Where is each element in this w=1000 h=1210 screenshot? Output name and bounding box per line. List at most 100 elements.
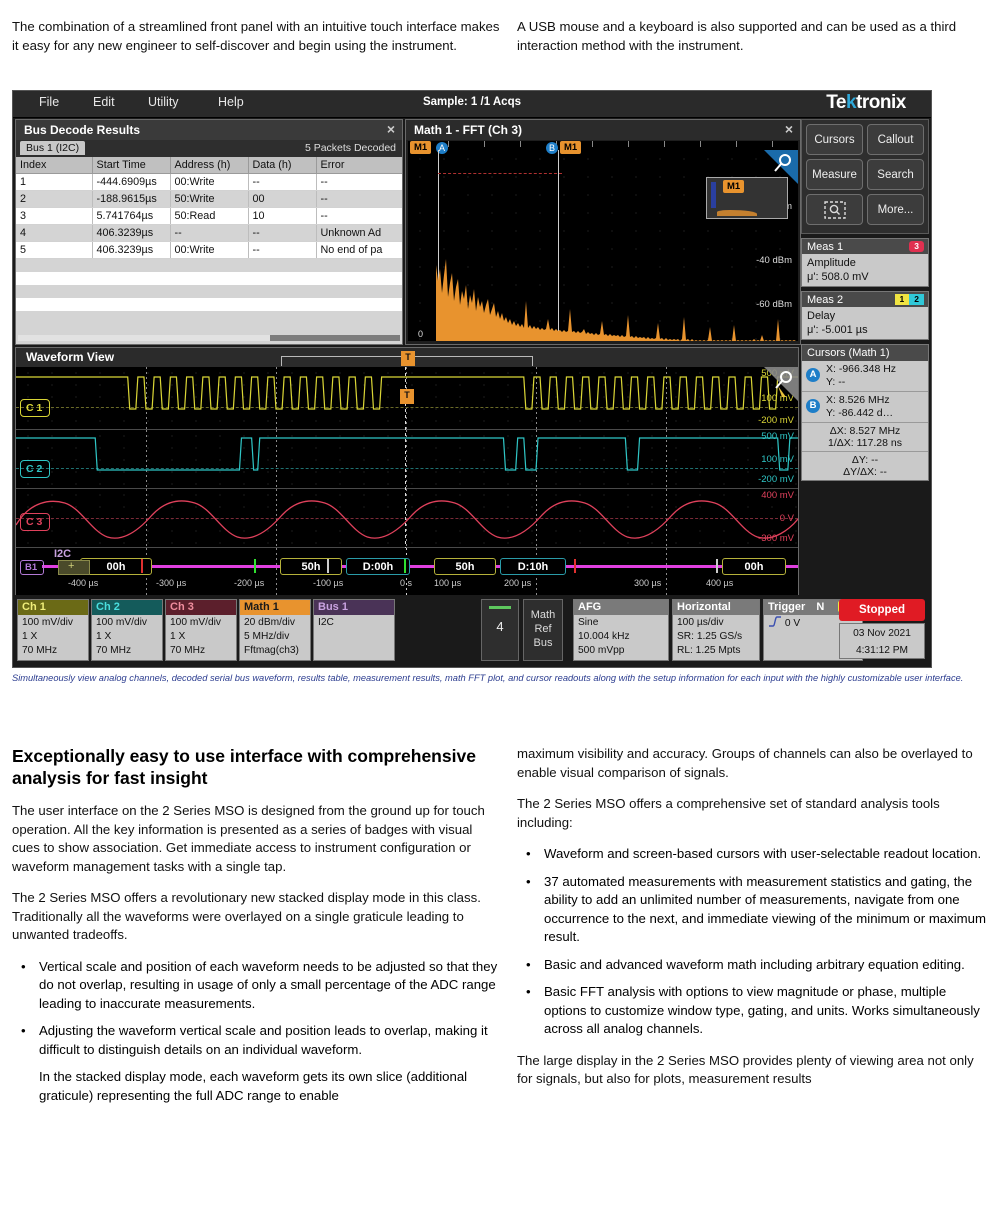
bus-packet-6[interactable]: 00h xyxy=(722,558,786,575)
measurement-badge-2[interactable]: Meas 2 1 2 Delay μ': -5.001 µs xyxy=(801,291,929,340)
ch1-probe: 1 X xyxy=(22,631,38,642)
right-paragraph-3: The large display in the 2 Series MSO pr… xyxy=(517,1052,974,1087)
slice-ch2[interactable]: C 2 500 mV 100 mV -200 mV xyxy=(16,430,798,489)
bus-packet-3[interactable]: D:00h xyxy=(346,558,410,575)
cursors-button[interactable]: Cursors xyxy=(806,124,863,155)
bus-packet-2[interactable]: 50h xyxy=(280,558,342,575)
bullet-icon: • xyxy=(526,846,531,861)
callout-button[interactable]: Callout xyxy=(867,124,924,155)
cell-index: 1 xyxy=(16,173,93,191)
cursor-b-badge[interactable]: B xyxy=(546,142,558,154)
ch2-label-bottom: -200 mV xyxy=(758,474,794,485)
waveform-zoom-icon[interactable] xyxy=(764,367,798,401)
afg-title: AFG xyxy=(574,600,668,615)
fft-tick-row xyxy=(408,141,798,150)
trigger-level-marker[interactable]: T xyxy=(400,389,414,404)
add-math-ref-bus-button[interactable]: Math Ref Bus xyxy=(523,599,563,661)
fft-badge-m1-mid[interactable]: M1 xyxy=(560,141,582,154)
add-ref-label: Ref xyxy=(534,623,552,635)
fft-plot-area[interactable]: M1 A B M1 -20 dBm -40 dBm -60 dBm 0 M1 xyxy=(408,141,798,341)
time-label-4: -100 µs xyxy=(313,578,344,588)
cursor-a-y: Y: -- xyxy=(826,376,846,388)
measurement-badge-1[interactable]: Meas 1 3 Amplitude μ': 508.0 mV xyxy=(801,238,929,287)
badge-bus1[interactable]: Bus 1 I2C xyxy=(313,599,395,661)
horizontal-scrollbar[interactable] xyxy=(18,335,400,341)
fft-reference-level-line xyxy=(438,173,562,174)
cursor-inverse-delta-x: 1/ΔX: 117.28 ns xyxy=(828,437,902,449)
ch1-bandwidth: 70 MHz xyxy=(22,645,58,656)
close-icon[interactable]: × xyxy=(785,121,793,137)
bus-packet-4[interactable]: 50h xyxy=(434,558,496,575)
slice-ch3[interactable]: C 3 400 mV 0 V -300 mV xyxy=(16,489,798,548)
add-math-label: Math xyxy=(530,609,556,621)
badge-horizontal[interactable]: Horizontal 100 µs/div SR: 1.25 GS/s RL: … xyxy=(672,599,760,661)
badge-afg[interactable]: AFG Sine 10.004 kHz 500 mVpp xyxy=(573,599,669,661)
table-row[interactable]: 5 406.3239µs 00:Write -- No end of pa xyxy=(16,241,402,259)
list-item-text: In the stacked display mode, each wavefo… xyxy=(39,1069,468,1103)
results-table-scroll[interactable]: Index Start Time Address (h) Data (h) Er… xyxy=(16,157,402,344)
list-item: • Basic and advanced waveform math includ… xyxy=(517,956,987,975)
record-length: RL: 1.25 Mpts xyxy=(677,645,741,656)
afg-frequency: 10.004 kHz xyxy=(578,631,630,642)
close-icon[interactable]: × xyxy=(387,121,395,137)
ch2-label-top: 500 mV xyxy=(761,431,794,442)
channel-tag-ch2[interactable]: C 2 xyxy=(20,460,51,478)
cursor-readout-badge[interactable]: Cursors (Math 1) A X: -966.348 Hz Y: -- … xyxy=(801,344,929,481)
bullet-icon: • xyxy=(21,958,26,974)
bus-decode-results-panel: Bus Decode Results × Bus 1 (I2C) 5 Packe… xyxy=(15,119,403,345)
results-title-bar: Bus Decode Results × xyxy=(16,120,402,140)
zoom-tool-icon[interactable] xyxy=(764,150,798,184)
rising-edge-icon xyxy=(768,616,782,632)
search-button[interactable]: Search xyxy=(867,159,924,190)
waveform-view-panel[interactable]: Waveform View T C 1 500 mV 100 mV xyxy=(15,347,799,595)
horizontal-title: Horizontal xyxy=(673,600,759,615)
badge-ch1[interactable]: Ch 1 100 mV/div 1 X 70 MHz xyxy=(17,599,89,661)
badge-ch2[interactable]: Ch 2 100 mV/div 1 X 70 MHz xyxy=(91,599,163,661)
table-row[interactable]: 3 5.741764µs 50:Read 10 -- xyxy=(16,207,402,225)
badge-math1[interactable]: Math 1 20 dBm/div 5 MHz/div Fftmag(ch3) xyxy=(239,599,311,661)
meas2-header: Meas 2 1 2 xyxy=(802,292,928,307)
badge-ch3[interactable]: Ch 3 100 mV/div 1 X 70 MHz xyxy=(165,599,237,661)
meas2-source-ch1: 1 xyxy=(894,294,910,305)
right-bullet-list: • Waveform and screen-based cursors with … xyxy=(517,845,987,1039)
control-sidebar: Cursors Callout Measure Search More... M… xyxy=(801,119,929,593)
date-value: 03 Nov 2021 xyxy=(853,628,911,639)
slice-bus1[interactable]: I2C B1 00h + 50h D:00h 50h D:10h 00h -40… xyxy=(16,548,798,595)
sample-rate: SR: 1.25 GS/s xyxy=(677,631,743,642)
trigger-position-marker-top[interactable]: T xyxy=(401,351,415,366)
logo-part-1: Te xyxy=(826,92,846,113)
horizontal-scale: 100 µs/div xyxy=(677,617,724,628)
oscilloscope-screenshot: File Edit Utility Help Sample: 1 /1 Acqs… xyxy=(12,90,932,668)
ch2-scale: 100 mV/div xyxy=(96,617,147,628)
more-button[interactable]: More... xyxy=(867,194,924,225)
channel-count-button[interactable]: 4 xyxy=(481,599,519,661)
tab-bus1-i2c[interactable]: Bus 1 (I2C) xyxy=(20,141,86,155)
ch1-scale: 100 mV/div xyxy=(22,617,73,628)
bus-tag-b1[interactable]: B1 xyxy=(20,560,45,575)
bus1-protocol: I2C xyxy=(318,617,334,628)
cell-index: 4 xyxy=(16,224,93,242)
cell-start-time: -188.9615µs xyxy=(92,190,171,208)
time-label-9: 400 µs xyxy=(706,578,734,588)
col-data: Data (h) xyxy=(248,157,317,174)
time-label-6: 100 µs xyxy=(434,578,462,588)
cell-index: 3 xyxy=(16,207,93,225)
zoom-select-button[interactable] xyxy=(806,194,863,225)
fft-badge-m1-left[interactable]: M1 xyxy=(410,141,432,154)
table-row[interactable]: 1 -444.6909µs 00:Write -- -- xyxy=(16,173,402,191)
time-label-2: -300 µs xyxy=(156,578,187,588)
math-fft-panel: Math 1 - FFT (Ch 3) × M1 A B M1 -20 dBm … xyxy=(405,119,801,345)
channel-tag-ch1[interactable]: C 1 xyxy=(20,399,51,417)
badge-math1-body: 20 dBm/div 5 MHz/div Fftmag(ch3) xyxy=(240,615,310,659)
table-row[interactable]: 2 -188.9615µs 50:Write 00 -- xyxy=(16,190,402,208)
run-stop-status[interactable]: Stopped xyxy=(839,599,925,621)
bus-packet-5[interactable]: D:10h xyxy=(500,558,566,575)
bus-add-icon[interactable]: + xyxy=(68,561,79,572)
right-paragraph-1: maximum visibility and accuracy. Groups … xyxy=(517,746,973,780)
ch1-label-bottom: -200 mV xyxy=(758,415,794,426)
measure-button[interactable]: Measure xyxy=(806,159,863,190)
channel-tag-ch3[interactable]: C 3 xyxy=(20,513,51,531)
logo-part-2: tronix xyxy=(856,92,906,113)
trigger-mode: N xyxy=(816,601,825,613)
table-row[interactable]: 4 406.3239µs -- -- Unknown Ad xyxy=(16,224,402,242)
